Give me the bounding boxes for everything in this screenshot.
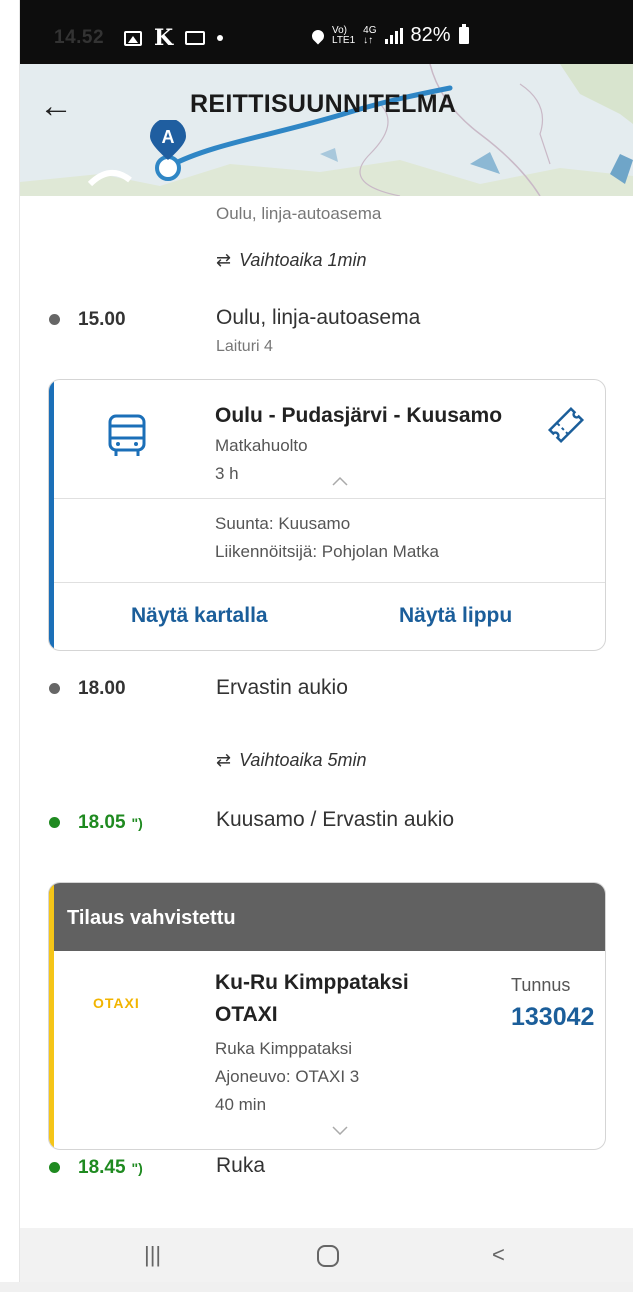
- timeline-dot: [49, 683, 60, 694]
- stop-time-realtime: 18.05 ʺ): [78, 812, 143, 834]
- screen-left-margin: [0, 0, 20, 1292]
- more-notifications-dot-icon: [217, 35, 224, 41]
- card-divider: [54, 498, 605, 499]
- realtime-signal-icon: ʺ): [131, 1160, 143, 1176]
- taxi-title-line1: Ku-Ru Kimppataksi: [215, 971, 409, 994]
- booking-status-header: Tilaus vahvistettu: [49, 883, 605, 951]
- network-type: 4G: [363, 24, 377, 36]
- transfer-time-1: ⇄ Vaihtoaika 1min: [216, 250, 367, 271]
- timeline-dot-realtime: [49, 817, 60, 828]
- screen-bottom-margin: [0, 1282, 633, 1292]
- battery-icon: [458, 24, 469, 44]
- transfer-time-2: ⇄ Vaihtoaika 5min: [216, 750, 367, 771]
- bus-duration: 3 h: [215, 464, 239, 483]
- taxi-card-accent: [49, 883, 54, 1149]
- status-time: 14.52: [54, 27, 105, 48]
- route-header-map[interactable]: ← REITTISUUNNITELMA A: [20, 64, 633, 196]
- battery-percent: 82%: [410, 24, 451, 46]
- card-divider: [54, 582, 605, 583]
- status-system-icons: Vo) LTE1 4G ↓↑ 82%: [309, 24, 469, 47]
- stop-time-value: 18.45: [78, 1157, 126, 1178]
- route-start-marker: A: [150, 120, 186, 181]
- volte-top: Vo): [332, 24, 348, 36]
- previous-stop-name: Oulu, linja-autoasema: [216, 204, 382, 223]
- gallery-icon: [124, 30, 142, 46]
- bus-operator: Matkahuolto: [215, 436, 308, 455]
- message-icon: [185, 31, 206, 45]
- otaxi-logo: OTAXI: [93, 995, 140, 1011]
- marker-label: A: [162, 127, 175, 147]
- chevron-up-icon[interactable]: [331, 476, 349, 486]
- transfer-text: Vaihtoaika 5min: [239, 750, 367, 770]
- bus-card-accent: [49, 380, 54, 650]
- bus-route-title: Oulu - Pudasjärvi - Kuusamo: [215, 404, 503, 427]
- show-ticket-button[interactable]: Näytä lippu: [399, 604, 512, 628]
- recent-apps-icon[interactable]: |||: [144, 1242, 161, 1268]
- booking-code: 133042: [511, 1003, 595, 1031]
- transfer-icon: ⇄: [216, 750, 232, 770]
- stop-name: Ruka: [216, 1154, 266, 1177]
- bus-icon: [108, 414, 146, 456]
- stop-time-realtime: 18.45 ʺ): [78, 1157, 143, 1179]
- taxi-duration: 40 min: [215, 1095, 267, 1114]
- page-title: REITTISUUNNITELMA: [190, 90, 457, 118]
- taxi-booking-card[interactable]: Tilaus vahvistettu OTAXI Ku-Ru Kimppatak…: [48, 882, 606, 1150]
- taxi-vehicle: Ajoneuvo: OTAXI 3: [215, 1067, 360, 1086]
- taxi-title-line2: OTAXI: [215, 1003, 278, 1026]
- ticket-icon[interactable]: [545, 404, 587, 446]
- stop-time-value: 18.05: [78, 812, 126, 833]
- signal-strength-icon: [384, 27, 403, 44]
- bus-direction: Suunta: Kuusamo: [215, 514, 351, 533]
- transfer-text: Vaihtoaika 1min: [239, 250, 367, 270]
- back-arrow-icon[interactable]: ←: [36, 86, 76, 126]
- map-background: [20, 64, 633, 196]
- timeline-dot-realtime: [49, 1162, 60, 1173]
- bus-leg-card[interactable]: Oulu - Pudasjärvi - Kuusamo Matkahuolto …: [48, 379, 606, 651]
- volte-bottom: LTE1: [332, 34, 356, 46]
- bus-carrier: Liikennöitsijä: Pohjolan Matka: [215, 542, 439, 561]
- android-navigation-bar: ||| <: [20, 1228, 633, 1282]
- home-icon[interactable]: [316, 1244, 340, 1268]
- booking-code-label: Tunnus: [511, 975, 571, 995]
- chevron-down-icon[interactable]: [331, 1125, 349, 1135]
- data-activity: ↓↑: [363, 34, 374, 46]
- stop-name: Oulu, linja-autoasema: [216, 306, 421, 329]
- status-bar: 14.52 K Vo) LTE1 4G ↓↑ 82%: [20, 0, 633, 64]
- phone-screen: 14.52 K Vo) LTE1 4G ↓↑ 82% ← REITTISUUNN…: [20, 0, 633, 1282]
- platform-label: Laituri 4: [216, 338, 273, 355]
- volte-indicator: Vo) LTE1: [332, 24, 356, 46]
- nav-back-icon[interactable]: <: [492, 1242, 505, 1268]
- taxi-service: Ruka Kimppataksi: [215, 1039, 353, 1058]
- stop-name: Kuusamo / Ervastin aukio: [216, 808, 455, 831]
- show-on-map-button[interactable]: Näytä kartalla: [131, 604, 268, 628]
- stop-name: Ervastin aukio: [216, 676, 348, 699]
- transfer-icon: ⇄: [216, 250, 232, 270]
- network-type-indicator: 4G ↓↑: [363, 24, 377, 46]
- stop-time: 18.00: [78, 678, 126, 699]
- stop-time: 15.00: [78, 309, 126, 330]
- realtime-signal-icon: ʺ): [131, 815, 143, 831]
- location-icon: [309, 27, 327, 44]
- timeline-dot: [49, 314, 60, 325]
- status-notification-icons: K: [124, 25, 224, 51]
- k-app-icon: K: [154, 25, 174, 51]
